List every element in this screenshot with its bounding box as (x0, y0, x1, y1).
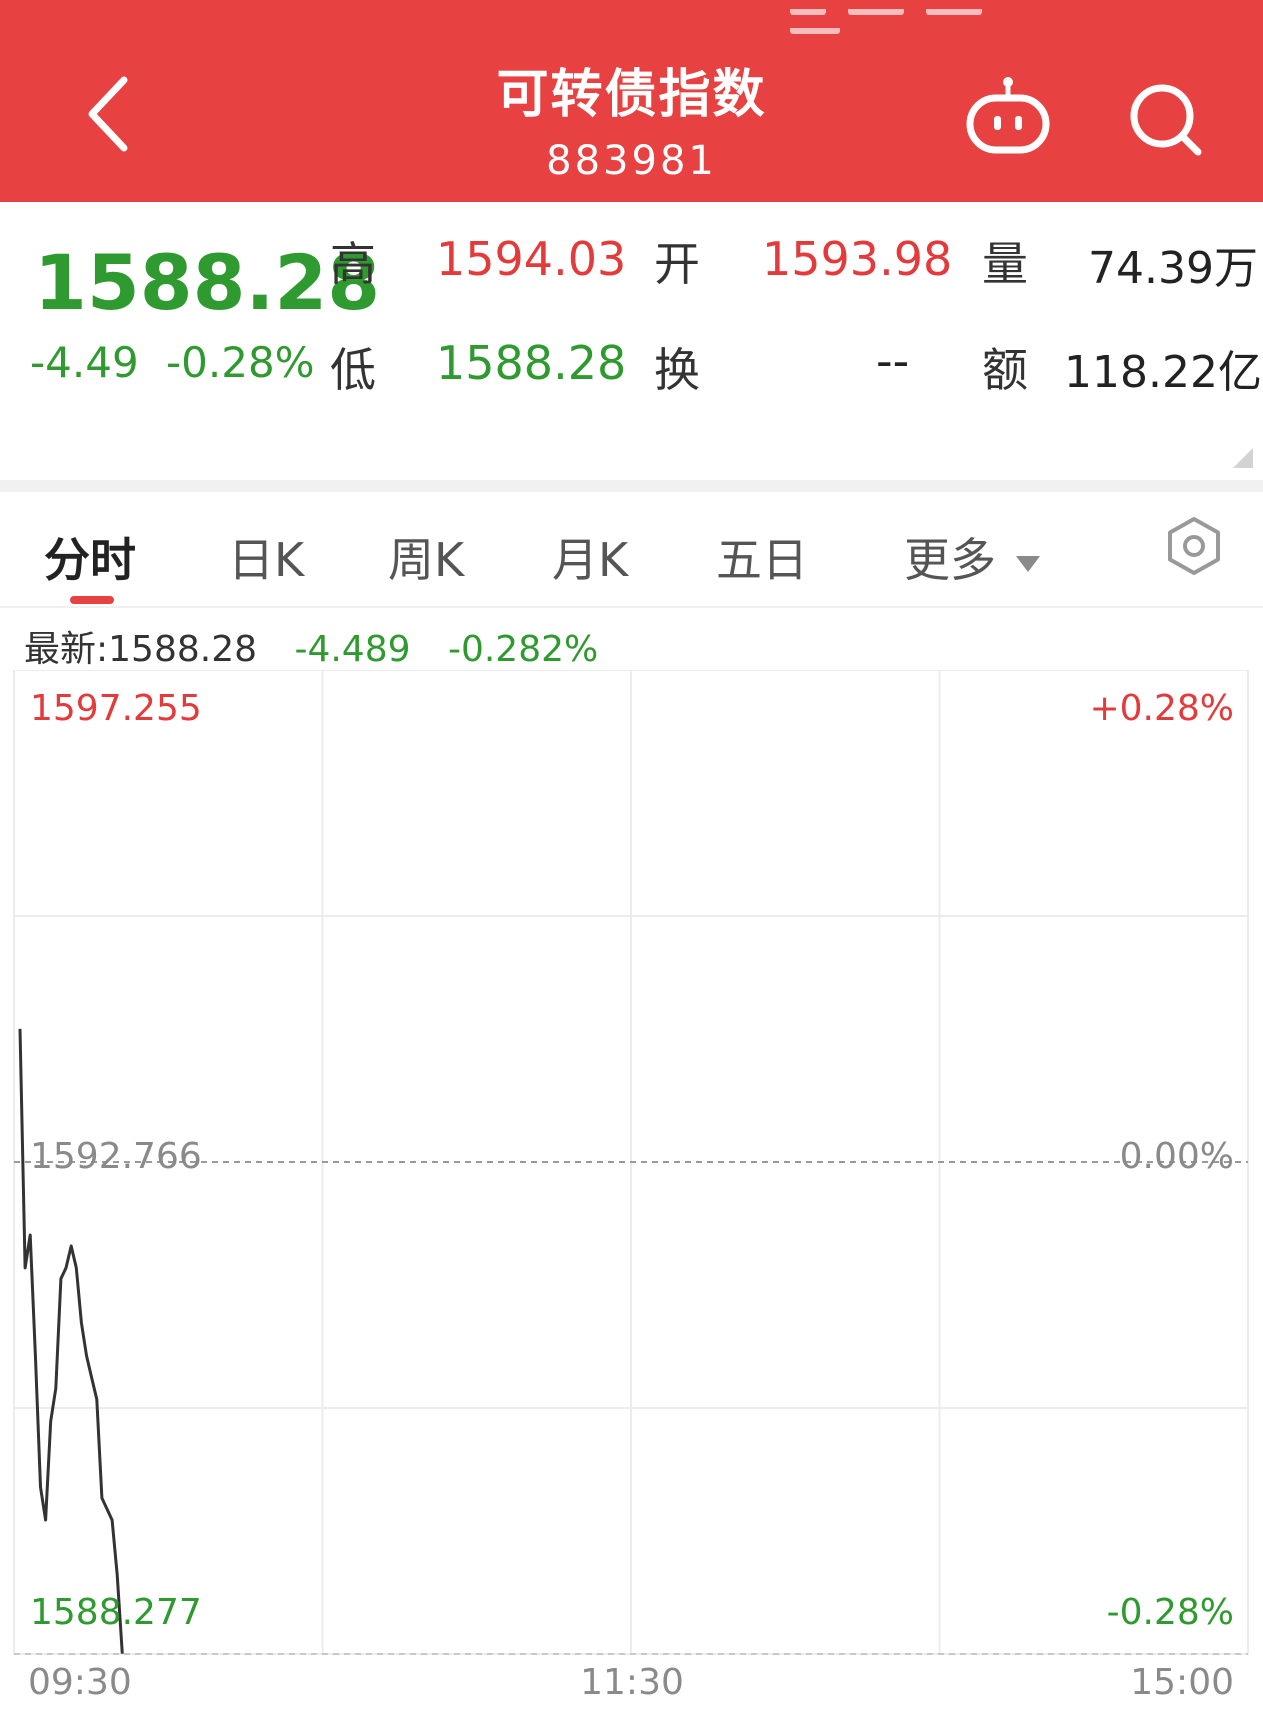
x-tick-midday: 11:30 (580, 1662, 684, 1703)
y-right-top-label: +0.28% (1089, 688, 1234, 729)
low-label: 低 (330, 343, 376, 397)
tab-intraday[interactable]: 分时 (44, 524, 136, 590)
index-code: 883981 (546, 138, 717, 184)
latest-change-pct: -0.282% (447, 629, 599, 670)
turnover-label: 换 (654, 343, 700, 397)
turnover-value: -- (876, 334, 910, 388)
y-right-mid-label: 0.00% (1120, 1136, 1234, 1177)
volume-label: 量 (982, 237, 1028, 291)
open-value: 1593.98 (762, 232, 953, 286)
y-left-mid-label: 1592.766 (30, 1136, 202, 1177)
top-bar: 可转债指数 883981 (0, 0, 1263, 202)
assistant-button[interactable] (962, 76, 1054, 156)
amount-label: 额 (982, 343, 1028, 397)
latest-change: -4.489 (294, 629, 411, 670)
high-value: 1594.03 (436, 232, 627, 286)
chart-period-tabs: 分时 日K 周K 月K 五日 更多 (0, 492, 1263, 608)
price-change: -4.49 (30, 338, 139, 387)
low-value: 1588.28 (436, 336, 627, 390)
tab-five-day[interactable]: 五日 (716, 524, 808, 590)
expand-corner-icon[interactable] (1233, 448, 1253, 468)
tab-monthly-k[interactable]: 月K (552, 524, 628, 590)
high-label: 高 (330, 237, 376, 291)
chart-settings-button[interactable] (1164, 516, 1224, 576)
robot-icon (966, 77, 1050, 154)
status-bar-remnant (790, 0, 1060, 34)
price-change-pct: -0.28% (166, 338, 315, 387)
active-tab-indicator (70, 596, 114, 604)
tab-more[interactable]: 更多 (904, 524, 1041, 590)
section-divider (0, 480, 1263, 492)
quote-panel: 1588.28 -4.49 -0.28% 高 1594.03 低 1588.28… (0, 202, 1263, 480)
search-icon (1130, 84, 1202, 156)
latest-price: 最新:1588.28 (24, 629, 257, 670)
latest-info: 最新:1588.28 -4.489 -0.282% (24, 620, 598, 672)
search-button[interactable] (1126, 80, 1206, 160)
tab-weekly-k[interactable]: 周K (388, 524, 464, 590)
open-label: 开 (654, 237, 700, 291)
intraday-chart[interactable]: 1597.255 1592.766 1588.277 +0.28% 0.00% … (0, 670, 1263, 1712)
y-left-bottom-label: 1588.277 (30, 1592, 202, 1633)
tab-daily-k[interactable]: 日K (228, 524, 304, 590)
last-price: 1588.28 (34, 238, 381, 327)
x-tick-open: 09:30 (28, 1662, 132, 1703)
price-line (18, 1028, 124, 1654)
settings-hexagon-icon (1168, 517, 1220, 575)
x-tick-close: 15:00 (1130, 1662, 1234, 1703)
volume-value: 74.39万 (1088, 243, 1258, 294)
y-left-top-label: 1597.255 (30, 688, 202, 729)
tab-more-label: 更多 (904, 533, 996, 587)
y-right-bottom-label: -0.28% (1107, 1592, 1234, 1633)
amount-value: 118.22亿 (1064, 347, 1262, 398)
caret-down-icon (1015, 555, 1040, 572)
page-title: 可转债指数 (496, 65, 767, 125)
